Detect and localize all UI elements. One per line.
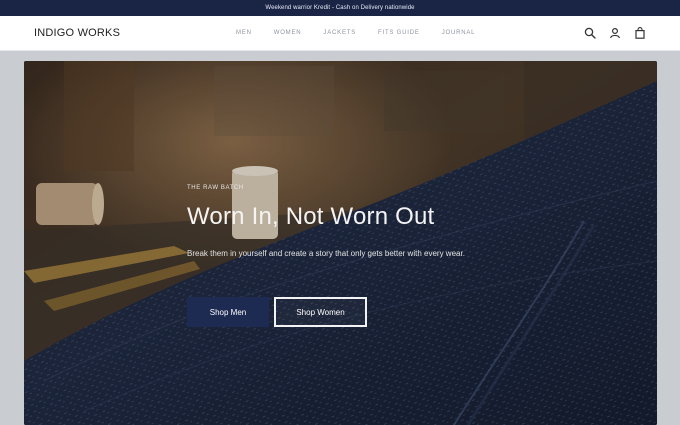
site-logo[interactable]: INDIGO WORKS	[34, 27, 120, 39]
main-nav: MEN WOMEN JACKETS FITS GUIDE JOURNAL	[236, 30, 497, 36]
nav-men[interactable]: MEN	[236, 30, 252, 36]
nav-journal[interactable]: JOURNAL	[442, 30, 476, 36]
shop-women-button[interactable]: Shop Women	[274, 297, 367, 327]
nav-women[interactable]: WOMEN	[274, 30, 302, 36]
hero-background-image	[24, 61, 657, 425]
shop-men-button[interactable]: Shop Men	[187, 297, 269, 327]
hero-headline: Worn In, Not Worn Out	[187, 203, 435, 230]
cart-icon[interactable]	[634, 27, 646, 39]
announcement-bar: Weekend warrior Kredit - Cash on Deliver…	[0, 0, 680, 16]
announcement-text: Weekend warrior Kredit - Cash on Deliver…	[265, 5, 415, 11]
nav-jackets[interactable]: JACKETS	[323, 30, 356, 36]
nav-fits-guide[interactable]: FITS GUIDE	[378, 30, 420, 36]
hero-subtext: Break them in yourself and create a stor…	[187, 249, 465, 258]
account-icon[interactable]	[609, 27, 621, 39]
hero-banner: THE RAW BATCH Worn In, Not Worn Out Brea…	[24, 61, 657, 425]
site-header: INDIGO WORKS MEN WOMEN JACKETS FITS GUID…	[0, 16, 680, 51]
header-icons	[584, 27, 646, 39]
search-icon[interactable]	[584, 27, 596, 39]
hero-eyebrow: THE RAW BATCH	[187, 185, 244, 191]
